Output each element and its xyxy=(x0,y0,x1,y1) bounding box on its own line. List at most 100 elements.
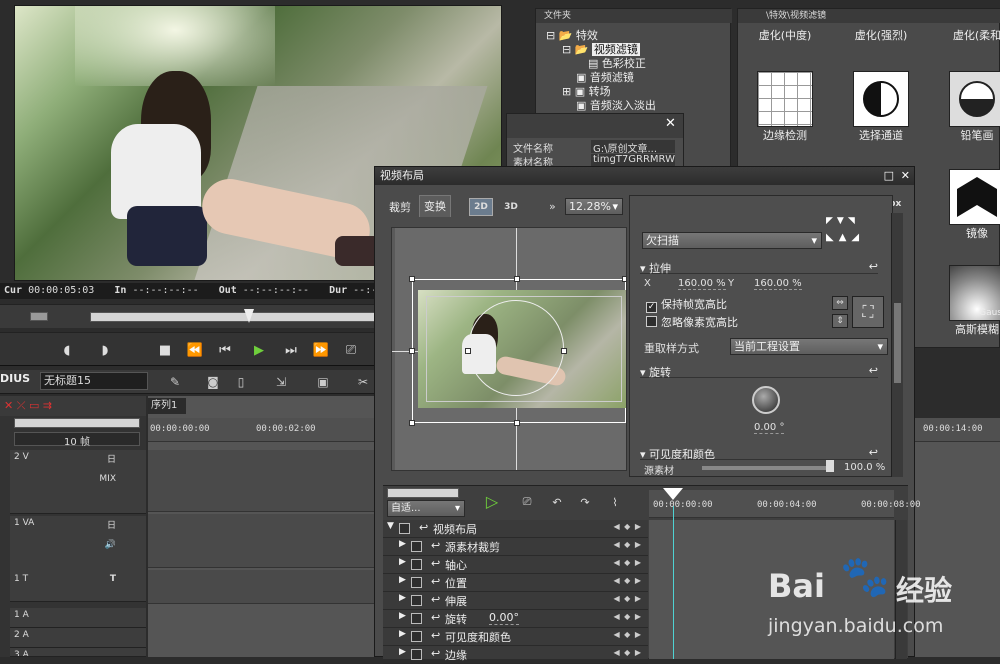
mode-3d-button[interactable]: 3D xyxy=(499,198,523,216)
enable-checkbox[interactable] xyxy=(411,595,422,606)
kf-row[interactable]: ▶ ↩ 源素材裁剪 ◀ ◆ ▶ xyxy=(383,538,648,556)
zoom-select[interactable]: 10 帧 xyxy=(14,432,140,448)
keyframe-nav-icon[interactable]: ◀ ◆ ▶ xyxy=(613,522,642,531)
expand-arrow-icon[interactable]: ▶ xyxy=(399,647,406,657)
expand-arrow-icon[interactable]: ▶ xyxy=(399,593,406,603)
reset-icon[interactable]: ↩ xyxy=(431,539,440,552)
rotation-value[interactable]: 0.00 ° xyxy=(754,422,785,434)
cut-tool-icon[interactable]: ✎ xyxy=(166,373,184,391)
kf-row[interactable]: ▶ ↩ 轴心 ◀ ◆ ▶ xyxy=(383,556,648,574)
expand-arrow-icon[interactable]: ▶ xyxy=(399,575,406,585)
keyframe-nav-icon[interactable]: ◀ ◆ ▶ xyxy=(613,594,642,603)
kf-playhead-icon[interactable] xyxy=(663,488,683,500)
reset-icon[interactable]: ↩ xyxy=(431,575,440,588)
reset-icon[interactable]: ↩ xyxy=(869,446,878,459)
rotation-dial-icon[interactable] xyxy=(752,386,780,414)
track-1t[interactable]: 1 T T xyxy=(10,572,146,602)
reset-icon[interactable]: ↩ xyxy=(869,260,878,273)
parameters-scrollbar[interactable] xyxy=(891,213,903,477)
loop-icon[interactable]: ⎚ xyxy=(340,339,362,361)
timeline-ruler[interactable]: 00:00:00:00 00:00:02:00 xyxy=(148,418,378,442)
swap-vertical-icon[interactable]: ⇕ xyxy=(832,314,848,328)
effect-blur-medium[interactable]: 虚化(中度) xyxy=(740,27,830,43)
kf-graph-icon[interactable]: ⌇ xyxy=(605,492,625,512)
source-slider-thumb[interactable] xyxy=(826,460,834,472)
position-slider[interactable] xyxy=(90,312,375,322)
enable-checkbox[interactable] xyxy=(411,649,422,660)
track-2a[interactable]: 2 A xyxy=(10,628,146,648)
scroll-thumb[interactable] xyxy=(894,303,901,383)
kf-redo-icon[interactable]: ↷ xyxy=(575,492,595,512)
section-visibility[interactable]: ▾ 可见度和颜色 ↩ xyxy=(640,446,878,461)
zoom-dropdown[interactable]: 12.28% xyxy=(565,198,623,215)
reset-icon[interactable]: ↩ xyxy=(431,647,440,660)
keyframe-nav-icon[interactable]: ◀ ◆ ▶ xyxy=(613,558,642,567)
camera-icon[interactable]: ◙ xyxy=(204,373,222,391)
expand-arrow-icon[interactable]: ▼ xyxy=(387,521,394,531)
mark-out-icon[interactable]: ◗ xyxy=(94,339,116,361)
kf-undo-icon[interactable]: ↶ xyxy=(547,492,567,512)
handle-bottom[interactable] xyxy=(514,420,520,426)
kf-row[interactable]: ▼ ↩ 视频布局 ◀ ◆ ▶ xyxy=(383,520,648,538)
handle-rotate-left[interactable] xyxy=(465,348,471,354)
reset-icon[interactable]: ↩ xyxy=(431,593,440,606)
stop-icon[interactable]: ■ xyxy=(154,339,176,361)
kf-row[interactable]: ▶ ↩ 伸展 ◀ ◆ ▶ xyxy=(383,592,648,610)
effect-blur-strong[interactable]: 虚化(强烈) xyxy=(836,27,926,43)
track-1va[interactable]: 1 VA 日 🔊 xyxy=(10,516,146,578)
maximize-icon[interactable]: □ xyxy=(884,167,894,185)
keyframe-nav-icon[interactable]: ◀ ◆ ▶ xyxy=(613,576,642,585)
import-icon[interactable]: ⇲ xyxy=(272,373,290,391)
kf-row-value[interactable]: 0.00° xyxy=(489,611,519,625)
ignore-pixel-aspect-checkbox[interactable]: 忽略像素宽高比 xyxy=(646,314,738,330)
kf-row[interactable]: ▶ ↩ 可见度和颜色 ◀ ◆ ▶ xyxy=(383,628,648,646)
keyframe-nav-icon[interactable]: ◀ ◆ ▶ xyxy=(613,612,642,621)
effect-mirror[interactable]: 镜像 xyxy=(932,169,1000,241)
reset-icon[interactable]: ↩ xyxy=(431,611,440,624)
kf-zoom-slider[interactable] xyxy=(387,488,459,498)
mark-in-icon[interactable]: ◖ xyxy=(56,339,78,361)
kf-ruler[interactable]: 00:00:00:00 00:00:04:00 00:00:08:00 xyxy=(649,490,921,518)
handle-top-right[interactable] xyxy=(622,276,626,282)
handle-left[interactable] xyxy=(409,348,415,354)
handle-rotate-right[interactable] xyxy=(561,348,567,354)
stretch-x-value[interactable]: 160.00 % xyxy=(678,278,726,290)
enable-checkbox[interactable] xyxy=(411,577,422,588)
source-value[interactable]: 100.0 % xyxy=(844,462,885,473)
expand-arrow-icon[interactable]: ▶ xyxy=(399,611,406,621)
source-slider-track[interactable] xyxy=(702,466,834,470)
section-stretch[interactable]: ▾ 拉伸 ↩ xyxy=(640,260,878,275)
tab-crop[interactable]: 裁剪 xyxy=(385,197,415,219)
keep-aspect-checkbox[interactable]: ✓ 保持帧宽高比 xyxy=(646,296,727,313)
effect-select-channel[interactable]: 选择通道 xyxy=(836,71,926,143)
keyframe-nav-icon[interactable]: ◀ ◆ ▶ xyxy=(613,540,642,549)
reset-icon[interactable]: ↩ xyxy=(419,521,428,534)
close-icon[interactable]: ✕ xyxy=(901,167,910,185)
scan-mode-dropdown[interactable]: 欠扫描 xyxy=(642,232,822,249)
layout-canvas[interactable] xyxy=(391,227,627,471)
rewind-icon[interactable]: ⏪ xyxy=(184,339,206,361)
track-1a[interactable]: 1 A xyxy=(10,608,146,628)
reset-icon[interactable]: ↩ xyxy=(431,629,440,642)
kf-row[interactable]: ▶ ↩ 旋转 0.00° ◀ ◆ ▶ xyxy=(383,610,648,628)
effect-edge-detect[interactable]: 边缘检测 xyxy=(740,71,830,143)
anchor-grid-top-icon[interactable]: ◤▼◥ xyxy=(826,216,890,228)
track-2v[interactable]: 2 V 日 MIX xyxy=(10,450,146,514)
tree-node-audio-fade[interactable]: ▣ 音频淡入淡出 xyxy=(576,97,656,113)
kf-row[interactable]: ▶ ↩ 位置 ◀ ◆ ▶ xyxy=(383,574,648,592)
scissors-icon[interactable]: ✂ xyxy=(354,373,372,391)
timeline-ruler-right[interactable]: 00:00:14:00 xyxy=(915,418,1000,442)
kf-loop-icon[interactable]: ⎚ xyxy=(517,492,537,512)
edit-mode-icons[interactable]: ✕ ⤫ ▭ ⇉ xyxy=(0,396,146,416)
save-icon[interactable]: ▣ xyxy=(314,373,332,391)
keyframe-nav-icon[interactable]: ◀ ◆ ▶ xyxy=(613,630,642,639)
close-icon[interactable]: ✕ xyxy=(665,116,681,132)
track-3a[interactable]: 3 A xyxy=(10,648,146,657)
section-rotate[interactable]: ▾ 旋转 ↩ xyxy=(640,364,878,379)
lane-1va[interactable] xyxy=(148,514,378,568)
new-file-icon[interactable]: ▯ xyxy=(232,373,250,391)
keyframe-nav-icon[interactable]: ◀ ◆ ▶ xyxy=(613,648,642,657)
handle-top[interactable] xyxy=(514,276,520,282)
reset-icon[interactable]: ↩ xyxy=(869,364,878,377)
tab-transform[interactable]: 变换 xyxy=(419,195,451,217)
